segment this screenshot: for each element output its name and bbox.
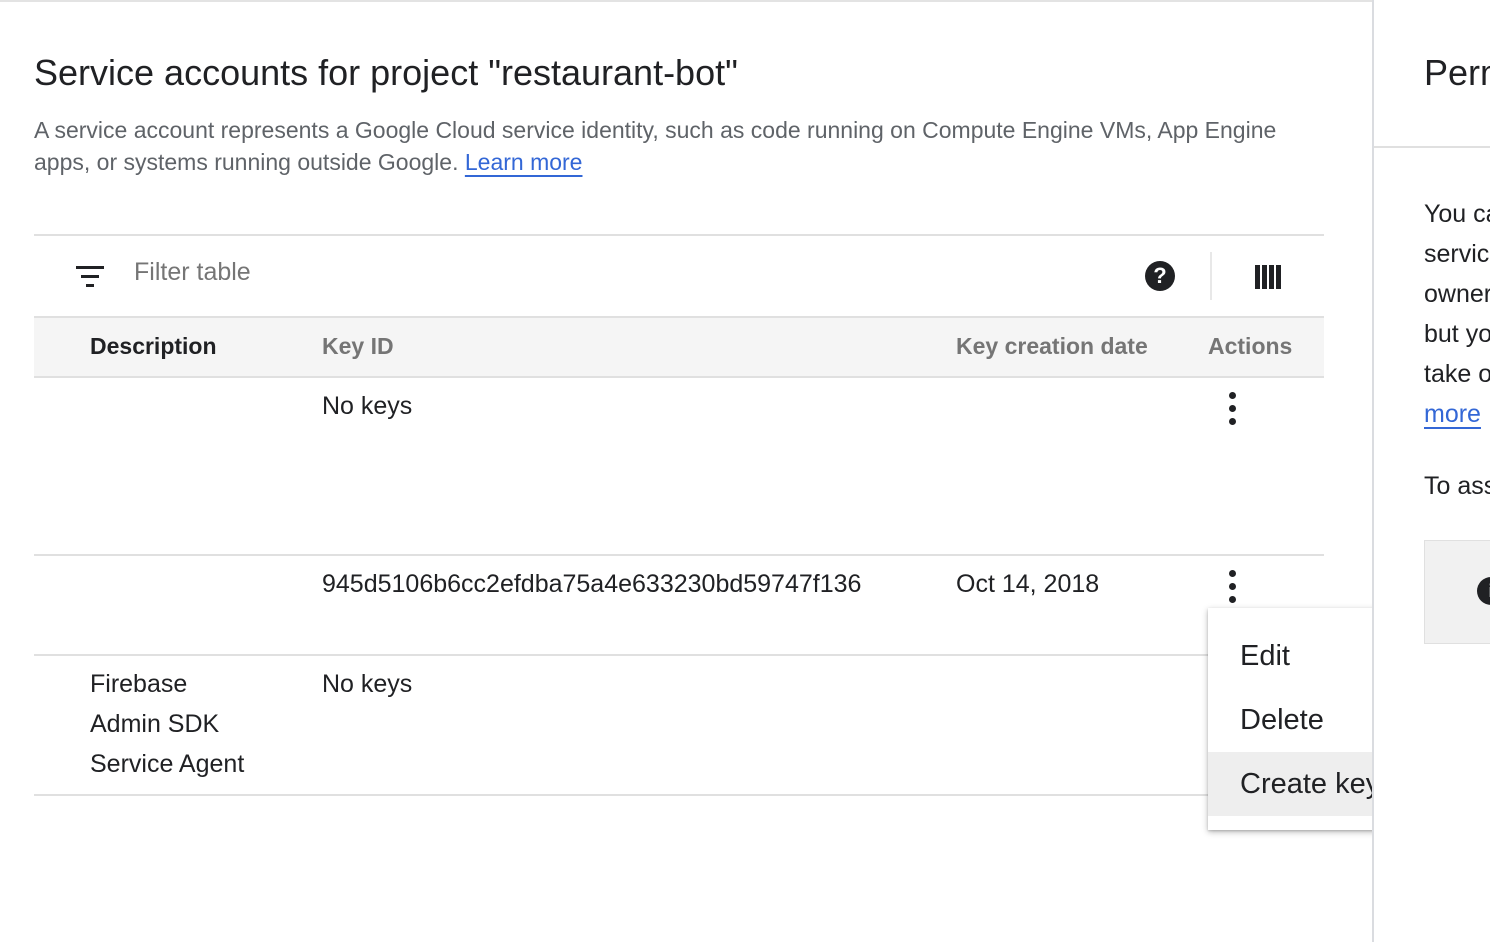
row-description-line: Service Agent	[90, 750, 245, 778]
side-panel-text-line: owner	[1424, 280, 1490, 308]
help-circle-icon[interactable]: ?	[1145, 261, 1175, 291]
header-description[interactable]: Description	[90, 333, 217, 360]
top-divider	[0, 0, 1372, 2]
row-divider	[34, 654, 1324, 656]
row-divider	[34, 554, 1324, 556]
page-title: Service accounts for project "restaurant…	[34, 52, 738, 93]
side-panel-footer-text: To ass	[1424, 472, 1490, 500]
row-key-id: No keys	[322, 392, 413, 420]
learn-more-link[interactable]: Learn more	[465, 149, 583, 175]
side-panel-title: Perm	[1424, 52, 1490, 93]
service-accounts-main: Service accounts for project "restaurant…	[0, 0, 1412, 942]
toolbar-divider	[1210, 252, 1212, 300]
more-vert-icon[interactable]	[1214, 568, 1250, 612]
row-key-id[interactable]: 945d5106b6cc2efdba75a4e633230bd59747f136	[322, 570, 861, 599]
more-vert-icon[interactable]	[1214, 390, 1250, 434]
header-key-creation-date[interactable]: Key creation date	[956, 333, 1148, 360]
header-actions: Actions	[1208, 333, 1293, 359]
row-divider	[34, 794, 1324, 796]
side-panel-text-line: You ca	[1424, 200, 1490, 228]
side-panel-text-line: servic	[1424, 240, 1490, 268]
page-description: A service account represents a Google Cl…	[34, 114, 1334, 178]
header-divider	[34, 376, 1324, 378]
side-panel-text-line: take o	[1424, 360, 1490, 388]
table-header: Description Key ID Key creation date Act…	[34, 318, 1324, 376]
description-text: A service account represents a Google Cl…	[34, 117, 1277, 175]
filter-list-icon[interactable]	[76, 266, 104, 288]
row-description-line: Admin SDK	[90, 710, 220, 738]
filter-table-input[interactable]	[134, 258, 734, 287]
info-icon: i	[1477, 577, 1490, 605]
column-display-icon[interactable]	[1255, 265, 1281, 289]
side-panel-learn-more-link[interactable]: more	[1424, 400, 1481, 429]
permissions-side-panel: Perm You ca servic owner but yo take o m…	[1372, 0, 1490, 942]
row-key-id: No keys	[322, 670, 413, 698]
row-description-line: Firebase	[90, 670, 188, 698]
side-panel-text-line: but yo	[1424, 320, 1490, 348]
header-key-id[interactable]: Key ID	[322, 333, 394, 360]
row-key-creation-date: Oct 14, 2018	[956, 570, 1100, 598]
table-toolbar: ?	[34, 236, 1324, 316]
side-panel-info-box: i	[1424, 540, 1490, 644]
side-panel-divider	[1374, 146, 1490, 148]
